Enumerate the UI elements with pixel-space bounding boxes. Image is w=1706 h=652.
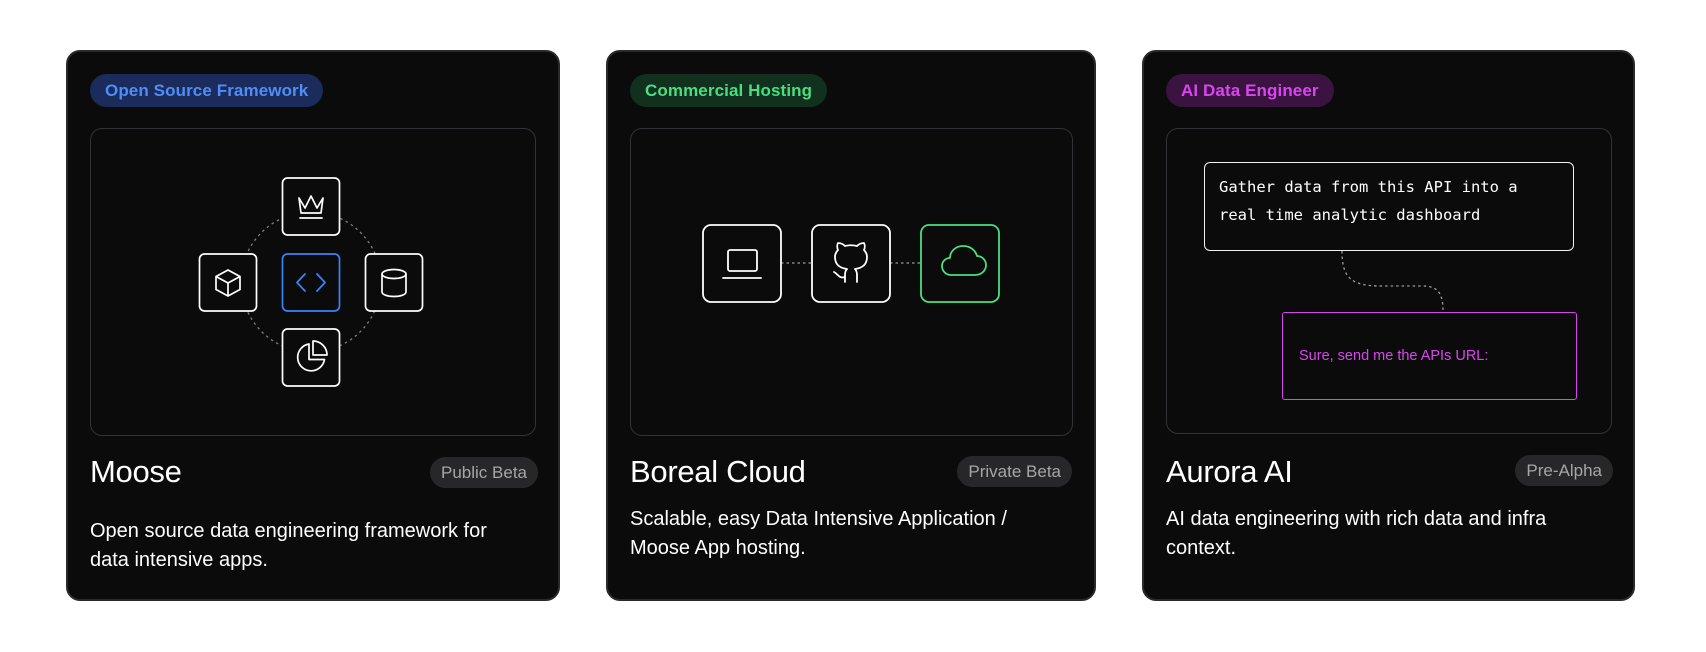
- status-badge: Private Beta: [957, 456, 1072, 487]
- github-icon: [811, 224, 891, 303]
- prompt-message: Gather data from this API into a real ti…: [1204, 162, 1574, 251]
- aurora-ai-card[interactable]: AI Data Engineer Gather data from this A…: [1142, 50, 1635, 601]
- boreal-diagram: [702, 224, 1000, 303]
- boreal-illustration-panel: [630, 128, 1073, 436]
- moose-illustration-panel: [90, 128, 536, 436]
- description-line: data intensive apps.: [90, 549, 268, 571]
- product-title: Aurora AI: [1166, 454, 1293, 489]
- prompt-line: Gather data from this API into a: [1219, 178, 1518, 196]
- description-line: Open source data engineering framework f…: [90, 520, 487, 542]
- product-title: Boreal Cloud: [630, 454, 806, 489]
- category-badge: AI Data Engineer: [1166, 74, 1334, 107]
- pie-chart-icon: [281, 328, 341, 387]
- description-line: Moose App hosting.: [630, 537, 806, 559]
- boreal-cloud-card[interactable]: Commercial Hosting Boreal Cloud Private …: [606, 50, 1096, 601]
- category-badge: Open Source Framework: [90, 74, 324, 107]
- product-description: AI data engineering with rich data and i…: [1166, 505, 1546, 563]
- cube-icon: [198, 253, 258, 312]
- code-icon: [281, 253, 341, 312]
- prompt-line: real time analytic dashboard: [1219, 206, 1481, 224]
- reply-message: Sure, send me the APIs URL:: [1282, 312, 1577, 400]
- status-badge: Public Beta: [430, 457, 538, 488]
- status-badge: Pre-Alpha: [1515, 455, 1613, 486]
- laptop-icon: [702, 224, 782, 303]
- product-title: Moose: [90, 454, 182, 489]
- category-badge: Commercial Hosting: [630, 74, 828, 107]
- product-description: Scalable, easy Data Intensive Applicatio…: [630, 505, 1007, 563]
- database-icon: [364, 253, 424, 312]
- product-description: Open source data engineering framework f…: [90, 517, 487, 575]
- moose-card[interactable]: Open Source Framework Moose Public Beta …: [66, 50, 560, 601]
- description-line: context.: [1166, 537, 1237, 559]
- description-line: Scalable, easy Data Intensive Applicatio…: [630, 508, 1007, 530]
- cloud-icon: [920, 224, 1000, 303]
- description-line: AI data engineering with rich data and i…: [1166, 508, 1547, 530]
- crown-icon: [281, 177, 341, 236]
- aurora-illustration-panel: Gather data from this API into a real ti…: [1166, 128, 1612, 434]
- moose-diagram: [198, 177, 424, 387]
